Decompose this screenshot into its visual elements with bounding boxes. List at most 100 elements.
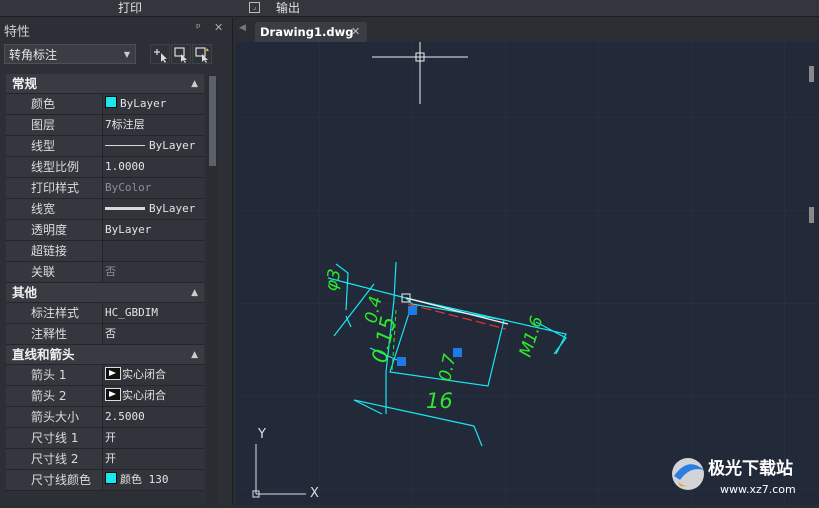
property-value[interactable]: ByColor (105, 178, 204, 198)
section-header[interactable]: 直线和箭头 ▲ (6, 345, 204, 365)
section-title: 直线和箭头 (12, 347, 75, 362)
property-value[interactable]: 1.0000 (105, 157, 204, 177)
property-row[interactable]: 尺寸线颜色 颜色 130 (6, 470, 204, 491)
property-value[interactable]: 实心闭合 (105, 386, 204, 406)
property-label: 注释性 (6, 324, 103, 344)
print-menu[interactable]: 打印 (118, 0, 142, 16)
right-handle-mid[interactable] (809, 207, 814, 223)
property-value-text: ByLayer (105, 223, 152, 236)
property-value[interactable]: ByLayer (105, 220, 204, 240)
document-tab-bar: ◀ Drawing1.dwg ✕ (234, 18, 819, 42)
close-tab-icon[interactable]: ✕ (351, 25, 360, 38)
property-value-text: 开 (105, 431, 116, 444)
property-value[interactable] (105, 241, 204, 261)
property-row[interactable]: 打印样式 ByColor (6, 178, 204, 199)
quick-filter-button[interactable] (192, 44, 212, 64)
section-header[interactable]: 常规 ▲ (6, 74, 204, 94)
section-title: 其他 (12, 285, 38, 300)
panel-title: 特性 (4, 25, 31, 40)
output-menu[interactable]: 输出 (276, 0, 300, 16)
quick-select-button[interactable] (171, 44, 191, 64)
property-value[interactable]: 实心闭合 (105, 365, 204, 385)
collapse-icon[interactable]: ▲ (191, 74, 198, 94)
property-row[interactable]: 超链接 (6, 241, 204, 262)
collapse-icon[interactable]: ▲ (191, 345, 198, 365)
property-value-text: 颜色 130 (120, 473, 169, 486)
property-row[interactable]: 线型 ByLayer (6, 136, 204, 157)
panel-scrollbar[interactable] (207, 74, 217, 505)
property-value-text: 1.0000 (105, 160, 145, 173)
drawing-canvas[interactable]: Y X φ3 0.4 0.15 0.7 16 M1.6 (236, 42, 819, 505)
property-row[interactable]: 注释性否 (6, 324, 204, 345)
close-panel-icon[interactable]: ✕ (214, 21, 223, 34)
watermark-name: 极光下载站 (708, 458, 793, 479)
dim-text-16: 16 (426, 389, 453, 413)
grip-point-2[interactable] (397, 357, 406, 366)
grip-point-1[interactable] (408, 306, 417, 315)
add-selection-button[interactable] (150, 44, 170, 64)
property-label: 标注样式 (6, 303, 103, 323)
property-grid: 常规 ▲ 颜色 ByLayer 图层 7标注层 线型 ByLayer 线型比例 1.0000 打印样… (6, 74, 204, 491)
property-value-text: ByLayer (149, 202, 196, 215)
tab-drawing1[interactable]: Drawing1.dwg ✕ (255, 22, 367, 42)
property-row[interactable]: 透明度 ByLayer (6, 220, 204, 241)
tab-scroll-left-icon[interactable]: ◀ (239, 23, 246, 33)
property-label: 尺寸线 2 (6, 449, 103, 469)
property-value-text: 否 (105, 327, 116, 340)
chevron-down-icon: ▼ (123, 50, 130, 59)
property-value-text: 否 (105, 265, 116, 278)
property-value[interactable]: ByLayer (105, 199, 204, 219)
property-value[interactable]: 开 (105, 428, 204, 448)
property-row[interactable]: 线型比例 1.0000 (6, 157, 204, 178)
tab-label: Drawing1.dwg (260, 25, 354, 39)
output-expand-icon[interactable]: ⌟ (249, 2, 260, 13)
property-value[interactable]: 颜色 130 (105, 470, 204, 490)
collapse-icon[interactable]: ▲ (191, 283, 198, 303)
property-value-text: 实心闭合 (122, 368, 166, 381)
property-value[interactable]: ByLayer (105, 136, 204, 156)
property-value-text: HC_GBDIM (105, 306, 158, 319)
property-row[interactable]: 标注样式 HC_GBDIM (6, 303, 204, 324)
property-value[interactable]: 7标注层 (105, 115, 204, 135)
section-header[interactable]: 其他 ▲ (6, 283, 204, 303)
property-value-text: ByColor (105, 181, 152, 194)
properties-panel: 特性 ᵖ ✕ 转角标注 ▼ 常规 ▲ 颜色 ByLayer 图层 7标注层 线型 ByLaye… (0, 18, 233, 505)
property-row[interactable]: 尺寸线 1开 (6, 428, 204, 449)
select-window-icon (174, 47, 187, 63)
property-label: 尺寸线 1 (6, 428, 103, 448)
property-row[interactable]: 关联否 (6, 262, 204, 283)
property-row[interactable]: 线宽 ByLayer (6, 199, 204, 220)
arrowhead-icon (105, 388, 121, 401)
grid-background (236, 42, 819, 505)
right-handle-top[interactable] (809, 66, 814, 82)
property-value[interactable]: ByLayer (105, 94, 204, 114)
property-value[interactable]: 2.5000 (105, 407, 204, 427)
property-label: 线型比例 (6, 157, 103, 177)
property-label: 箭头 2 (6, 386, 103, 406)
property-value[interactable]: 否 (105, 324, 204, 344)
property-value-text: 开 (105, 452, 116, 465)
property-label: 尺寸线颜色 (6, 470, 103, 490)
property-value[interactable]: 否 (105, 262, 204, 282)
property-row[interactable]: 图层 7标注层 (6, 115, 204, 136)
property-row[interactable]: 箭头大小 2.5000 (6, 407, 204, 428)
scrollbar-thumb[interactable] (209, 76, 216, 166)
property-label: 超链接 (6, 241, 103, 261)
pin-icon[interactable]: ᵖ (196, 21, 201, 34)
ucs-y-label: Y (257, 427, 266, 442)
plus-cursor-icon (154, 49, 167, 63)
top-toolbar: 打印 ⌟ 输出 (0, 0, 819, 17)
property-row[interactable]: 尺寸线 2开 (6, 449, 204, 470)
color-swatch (105, 96, 117, 108)
section-title: 常规 (12, 76, 38, 91)
property-row[interactable]: 箭头 1 实心闭合 (6, 365, 204, 386)
property-row[interactable]: 颜色 ByLayer (6, 94, 204, 115)
property-value-text: 实心闭合 (122, 389, 166, 402)
property-label: 关联 (6, 262, 103, 282)
property-label: 打印样式 (6, 178, 103, 198)
property-row[interactable]: 箭头 2 实心闭合 (6, 386, 204, 407)
property-value[interactable]: 开 (105, 449, 204, 469)
property-value[interactable]: HC_GBDIM (105, 303, 204, 323)
arrowhead-icon (105, 367, 121, 380)
object-type-select[interactable]: 转角标注 ▼ (4, 44, 136, 64)
